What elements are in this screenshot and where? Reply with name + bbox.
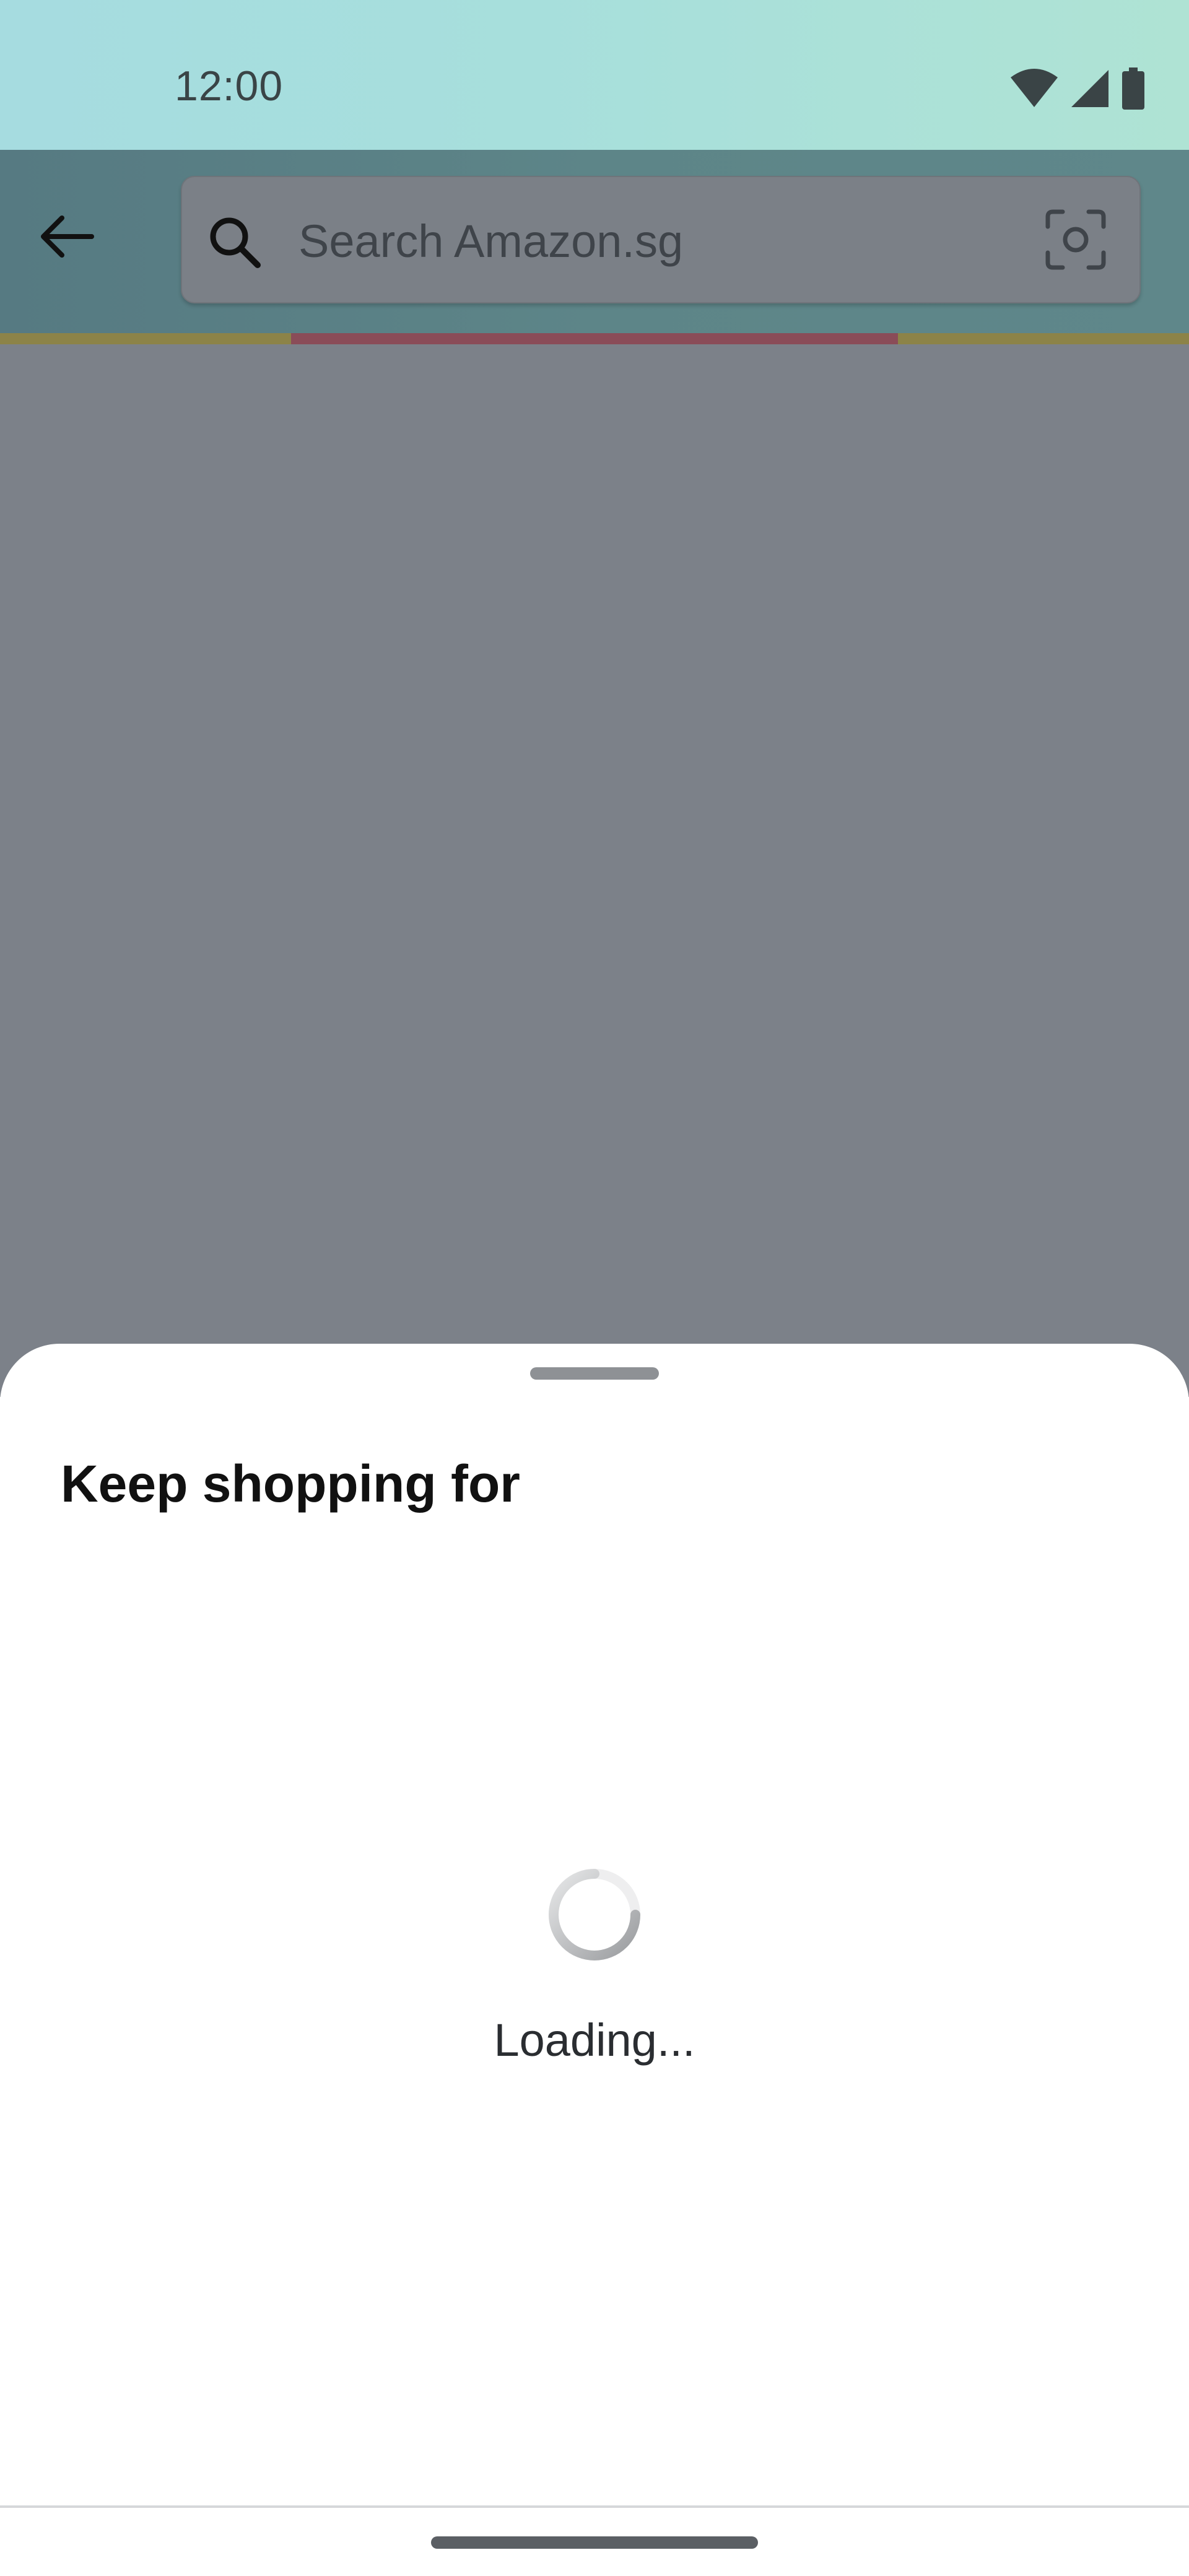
cellular-signal-icon xyxy=(1071,70,1108,107)
status-icons xyxy=(1009,67,1146,110)
battery-icon xyxy=(1122,67,1144,110)
app-screen: 12:00 Search Amazon.sg Keep shopping for… xyxy=(0,0,1189,2576)
sheet-title: Keep shopping for xyxy=(61,1455,520,1513)
navigation-bar-divider xyxy=(0,2505,1189,2508)
back-button[interactable] xyxy=(35,204,99,269)
keep-shopping-bottom-sheet: Keep shopping for Loading... xyxy=(0,1344,1189,2576)
accent-strip-highlight xyxy=(291,333,898,344)
status-time: 12:00 xyxy=(175,63,284,110)
sheet-drag-handle[interactable] xyxy=(530,1367,659,1380)
wifi-icon xyxy=(1011,69,1058,107)
loading-spinner-icon xyxy=(549,1869,640,1960)
home-indicator[interactable] xyxy=(431,2536,758,2549)
loading-label: Loading... xyxy=(494,2014,695,2066)
app-header xyxy=(0,150,1189,333)
search-icon xyxy=(210,217,261,268)
dimmed-page-scrim[interactable] xyxy=(0,344,1189,1397)
search-bar[interactable] xyxy=(181,176,1141,303)
arrow-left-icon xyxy=(41,215,94,258)
status-bar: 12:00 xyxy=(0,0,1189,150)
camera-lens-icon[interactable] xyxy=(1044,208,1107,271)
header-accent-strip xyxy=(0,333,1189,344)
search-input[interactable] xyxy=(297,209,1012,272)
